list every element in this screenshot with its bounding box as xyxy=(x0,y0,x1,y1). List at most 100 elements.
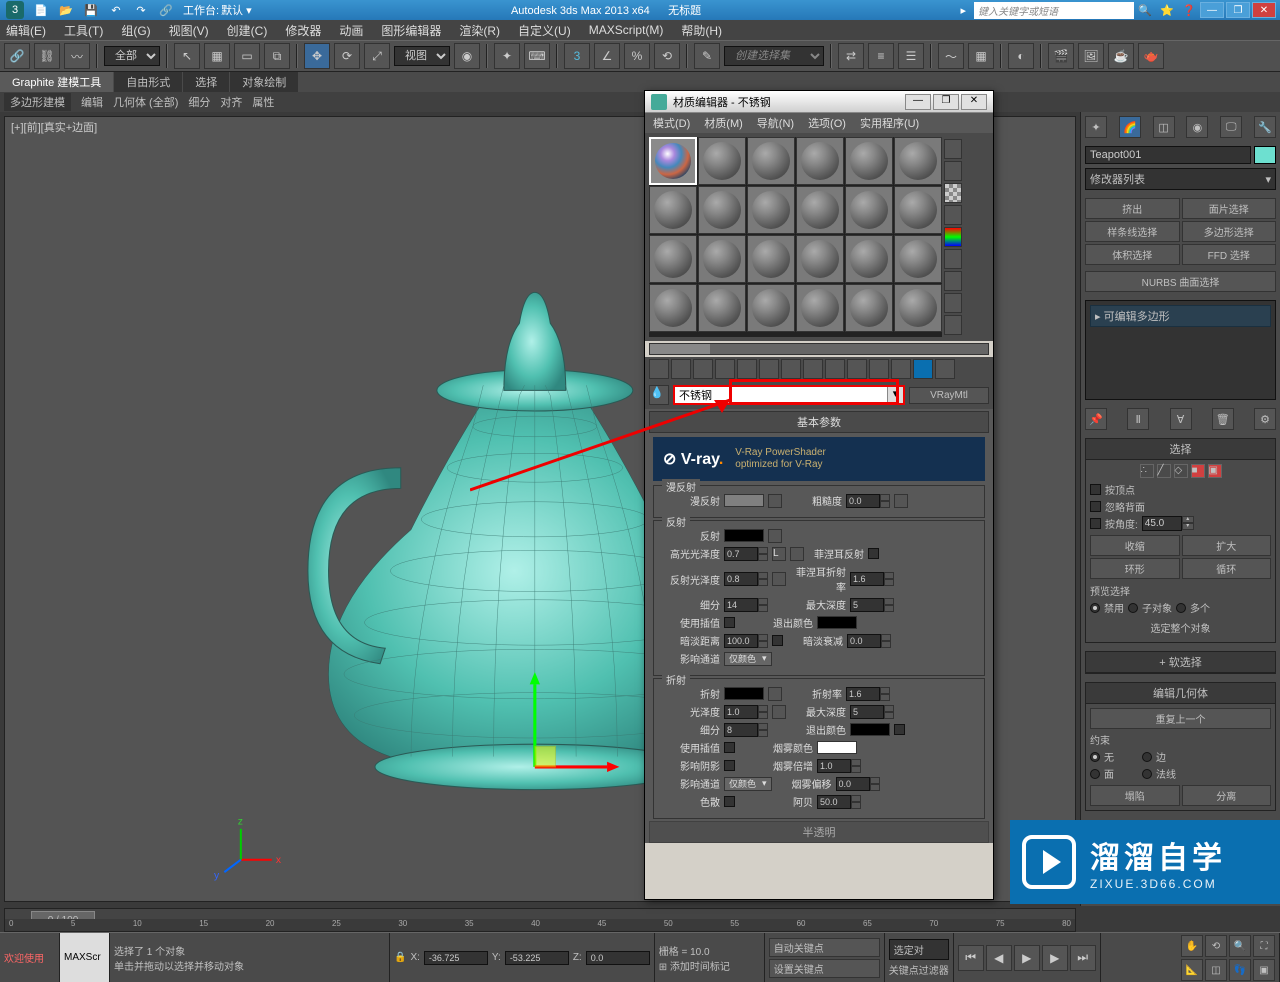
radio-con-face[interactable] xyxy=(1090,769,1100,779)
uv-tiling-icon[interactable] xyxy=(944,205,962,225)
chk-dispersion[interactable] xyxy=(724,796,735,807)
coord-x[interactable] xyxy=(424,951,488,965)
chk-refr-interp[interactable] xyxy=(724,742,735,753)
refract-color[interactable] xyxy=(724,687,764,700)
material-slot[interactable] xyxy=(698,284,746,332)
subobj-poly-icon[interactable]: ■ xyxy=(1191,464,1205,478)
material-slot[interactable] xyxy=(698,137,746,185)
select-name-icon[interactable]: ▦ xyxy=(204,43,230,69)
maxscript-tab[interactable]: MAXScr xyxy=(60,933,110,982)
utilities-panel-icon[interactable]: 🔧 xyxy=(1254,116,1276,138)
hl-map-btn[interactable] xyxy=(790,547,804,561)
backlight-icon[interactable] xyxy=(944,161,962,181)
ior-spinner[interactable] xyxy=(846,687,890,701)
menu-view[interactable]: 视图(V) xyxy=(169,22,209,39)
me-minimize-button[interactable]: — xyxy=(905,94,931,110)
put-library-icon[interactable] xyxy=(781,359,801,379)
material-slot[interactable] xyxy=(649,235,697,283)
percent-snap-icon[interactable]: % xyxy=(624,43,650,69)
material-slot[interactable] xyxy=(747,284,795,332)
me-titlebar[interactable]: 材质编辑器 - 不锈钢 — ❐ ✕ xyxy=(645,91,993,113)
refl-exit-color[interactable] xyxy=(817,616,857,629)
btn-detach[interactable]: 分离 xyxy=(1182,785,1272,806)
keyboard-icon[interactable]: ⌨ xyxy=(524,43,550,69)
menu-maxscript[interactable]: MAXScript(M) xyxy=(589,23,664,37)
modify-panel-icon[interactable]: 🌈 xyxy=(1119,116,1141,138)
rg-map-btn[interactable] xyxy=(772,572,786,586)
subobj-edge-icon[interactable]: ╱ xyxy=(1157,464,1171,478)
btn-ffdsel[interactable]: FFD 选择 xyxy=(1182,244,1277,265)
ref-coord[interactable]: 视图 xyxy=(394,46,450,66)
modifier-stack[interactable]: ▸ 可编辑多边形 xyxy=(1085,300,1276,400)
named-sel-icon[interactable]: ✎ xyxy=(694,43,720,69)
btn-ring[interactable]: 环形 xyxy=(1090,558,1180,579)
go-forward-icon[interactable] xyxy=(891,359,911,379)
hl-lock-btn[interactable]: L xyxy=(772,547,786,561)
menu-edit[interactable]: 编辑(E) xyxy=(6,22,46,39)
hl-gloss-spinner[interactable] xyxy=(724,547,768,561)
rollout-translucency[interactable]: 半透明 xyxy=(649,821,989,843)
spinner-angle[interactable]: ▴▾ xyxy=(1142,516,1194,531)
tab-freeform[interactable]: 自由形式 xyxy=(114,72,182,92)
material-slot[interactable] xyxy=(698,186,746,234)
open-icon[interactable]: 📂 xyxy=(57,1,75,19)
display-panel-icon[interactable]: 🖵 xyxy=(1220,116,1242,138)
configure-icon[interactable]: ⚙ xyxy=(1254,408,1276,430)
lock-icon[interactable]: 🔒 xyxy=(394,952,406,963)
manipulate-icon[interactable]: ✦ xyxy=(494,43,520,69)
btn-splinesel[interactable]: 样条线选择 xyxy=(1085,221,1180,242)
subobj-vertex-icon[interactable]: ∴ xyxy=(1140,464,1154,478)
menu-modifiers[interactable]: 修改器 xyxy=(285,22,321,39)
material-slot[interactable] xyxy=(649,284,697,332)
menu-group[interactable]: 组(G) xyxy=(121,22,150,39)
material-slot[interactable] xyxy=(845,284,893,332)
region-zoom-icon[interactable]: ▣ xyxy=(1253,959,1275,981)
bind-space-icon[interactable]: 〰 xyxy=(64,43,90,69)
timeline[interactable]: 0 / 100 0510 152025 303540 455055 606570… xyxy=(4,908,1076,932)
make-unique-icon[interactable] xyxy=(759,359,779,379)
rollout-basic-params[interactable]: 基本参数 xyxy=(649,411,989,433)
reset-map-icon[interactable] xyxy=(715,359,735,379)
btn-collapse[interactable]: 塌陷 xyxy=(1090,785,1180,806)
material-slot[interactable] xyxy=(845,137,893,185)
material-slot[interactable] xyxy=(698,235,746,283)
tab-graphite[interactable]: Graphite 建模工具 xyxy=(0,72,113,92)
workspace-value[interactable]: 默认 xyxy=(221,2,243,18)
pivot-icon[interactable]: ◉ xyxy=(454,43,480,69)
radio-subobj[interactable] xyxy=(1128,603,1138,613)
dim-dist-spinner[interactable] xyxy=(724,634,768,648)
max-toggle-icon[interactable]: ◫ xyxy=(1205,959,1227,981)
subtab-props[interactable]: 属性 xyxy=(252,94,274,110)
chk-refl-interp[interactable] xyxy=(724,617,735,628)
refr-maxdepth-spinner[interactable] xyxy=(850,705,894,719)
me-close-button[interactable]: ✕ xyxy=(961,94,987,110)
vray-mat-icon[interactable] xyxy=(913,359,933,379)
pick-mat-icon[interactable] xyxy=(935,359,955,379)
app-icon[interactable]: 3 xyxy=(6,1,24,19)
material-slot[interactable] xyxy=(894,284,942,332)
material-slot[interactable] xyxy=(894,186,942,234)
goto-start-icon[interactable]: ⏮ xyxy=(958,945,984,971)
fog-color[interactable] xyxy=(817,741,857,754)
material-slot[interactable] xyxy=(796,186,844,234)
btn-volsel[interactable]: 体积选择 xyxy=(1085,244,1180,265)
me-maximize-button[interactable]: ❐ xyxy=(933,94,959,110)
play-icon[interactable]: ▶ xyxy=(1014,945,1040,971)
options-icon[interactable] xyxy=(944,271,962,291)
align-icon[interactable]: ≡ xyxy=(868,43,894,69)
menu-tools[interactable]: 工具(T) xyxy=(64,22,103,39)
material-slot-1[interactable] xyxy=(649,137,697,185)
material-slot[interactable] xyxy=(649,186,697,234)
preview-icon[interactable] xyxy=(944,249,962,269)
diffuse-color[interactable] xyxy=(724,494,764,507)
subtab-geom[interactable]: 几何体 (全部) xyxy=(113,94,178,110)
assign-sel-icon[interactable] xyxy=(693,359,713,379)
radio-multi[interactable] xyxy=(1176,603,1186,613)
render-frame-icon[interactable]: 🖼 xyxy=(1078,43,1104,69)
refl-affect-dropdown[interactable]: 仅颜色▾ xyxy=(724,652,772,666)
material-type-button[interactable]: VRayMtl xyxy=(909,387,989,404)
refl-gloss-spinner[interactable] xyxy=(724,572,768,586)
render-setup-icon[interactable]: 🎬 xyxy=(1048,43,1074,69)
get-material-icon[interactable] xyxy=(649,359,669,379)
radio-disable[interactable] xyxy=(1090,603,1100,613)
